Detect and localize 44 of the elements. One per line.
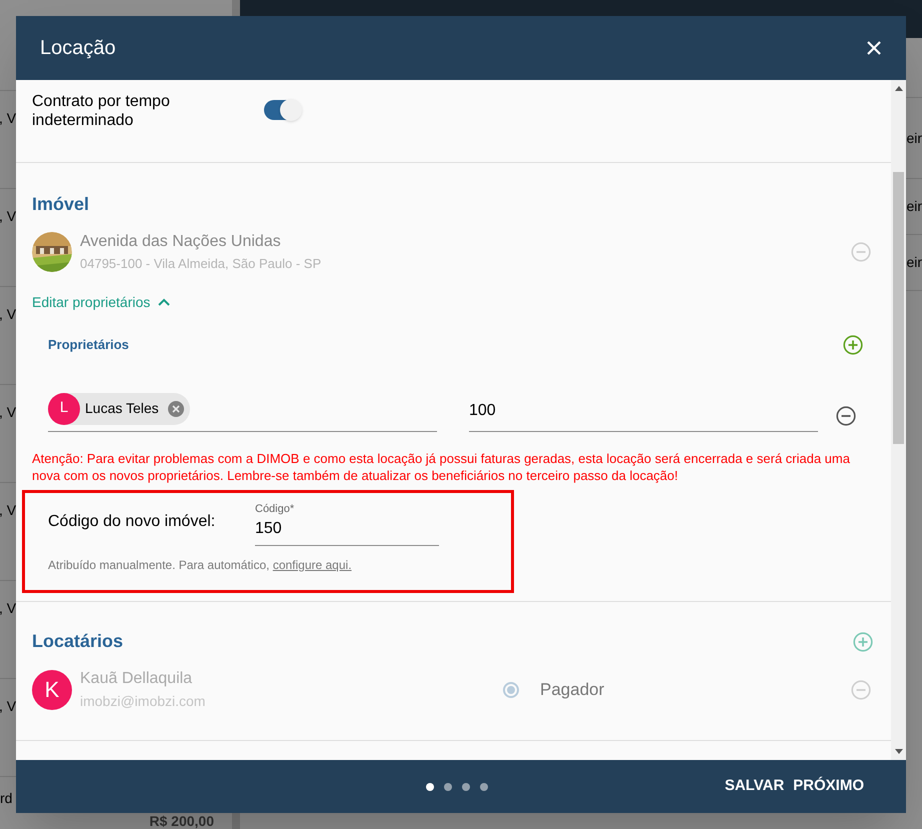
- avatar: L: [48, 392, 80, 424]
- configure-link[interactable]: configure aqui.: [272, 558, 352, 572]
- list-text: , V: [0, 697, 16, 716]
- section-title: Imóvel: [32, 193, 90, 216]
- amount-text: R$ 200,00: [149, 812, 214, 829]
- list-text: eir: [906, 197, 922, 216]
- code-field[interactable]: Código* 150: [255, 500, 439, 546]
- footer-button[interactable]: SALVAR: [724, 775, 784, 798]
- avatar: K: [32, 670, 72, 710]
- toggle-switch[interactable]: [264, 100, 300, 120]
- scroll-down-icon[interactable]: [894, 749, 902, 754]
- toggle-label: Contrato por tempo indeterminado: [32, 92, 171, 130]
- scrollbar[interactable]: [891, 80, 906, 760]
- section-title: Locatários: [32, 630, 124, 653]
- owner-field[interactable]: L Lucas Teles: [48, 392, 437, 432]
- list-text: , V: [0, 501, 16, 520]
- code-hint: Atribuído manualmente. Para automático, configure aqui.: [48, 557, 353, 574]
- dialog-title: Locação: [40, 36, 116, 61]
- property-address: 04795-100 - Vila Almeida, São Paulo - SP: [80, 255, 322, 273]
- payer-radio[interactable]: [503, 682, 519, 698]
- share-field[interactable]: 100: [469, 398, 818, 432]
- role-label: Pagador: [540, 678, 606, 701]
- list-text: , V: [0, 305, 16, 324]
- list-text: , V: [0, 403, 16, 422]
- code-label: Código do novo imóvel:: [48, 512, 216, 532]
- list-text: , V: [0, 599, 16, 618]
- tenant-name: Kauã Dellaquila: [80, 669, 194, 689]
- close-icon[interactable]: [866, 40, 882, 56]
- list-text: rd: [0, 789, 12, 808]
- list-text: eir: [906, 128, 922, 148]
- footer-button[interactable]: PRÓXIMO: [793, 775, 864, 798]
- property-name: Avenida das Nações Unidas: [80, 232, 282, 252]
- list-text: eir: [906, 253, 922, 272]
- list-text: , V: [0, 207, 16, 226]
- subsection-title: Proprietários: [48, 336, 129, 354]
- remove-chip-icon[interactable]: [168, 400, 184, 416]
- chevron-icon: [158, 298, 170, 306]
- owner-chip[interactable]: L Lucas Teles: [48, 392, 190, 424]
- remove-icon[interactable]: [836, 406, 856, 426]
- list-text: , V: [0, 109, 16, 128]
- add-icon[interactable]: [843, 334, 863, 354]
- scroll-up-icon[interactable]: [894, 86, 902, 91]
- warning-text: Atenção: Para evitar problemas com a DIMOB e como esta locação já possui faturas geradas, esta locação será encerrada e será criada uma nova com os novos proprietários. Lembre-se também de atualizar os beneficiários no terceiro passo da locação!: [32, 450, 851, 484]
- owner-name: Lucas Teles: [85, 399, 159, 418]
